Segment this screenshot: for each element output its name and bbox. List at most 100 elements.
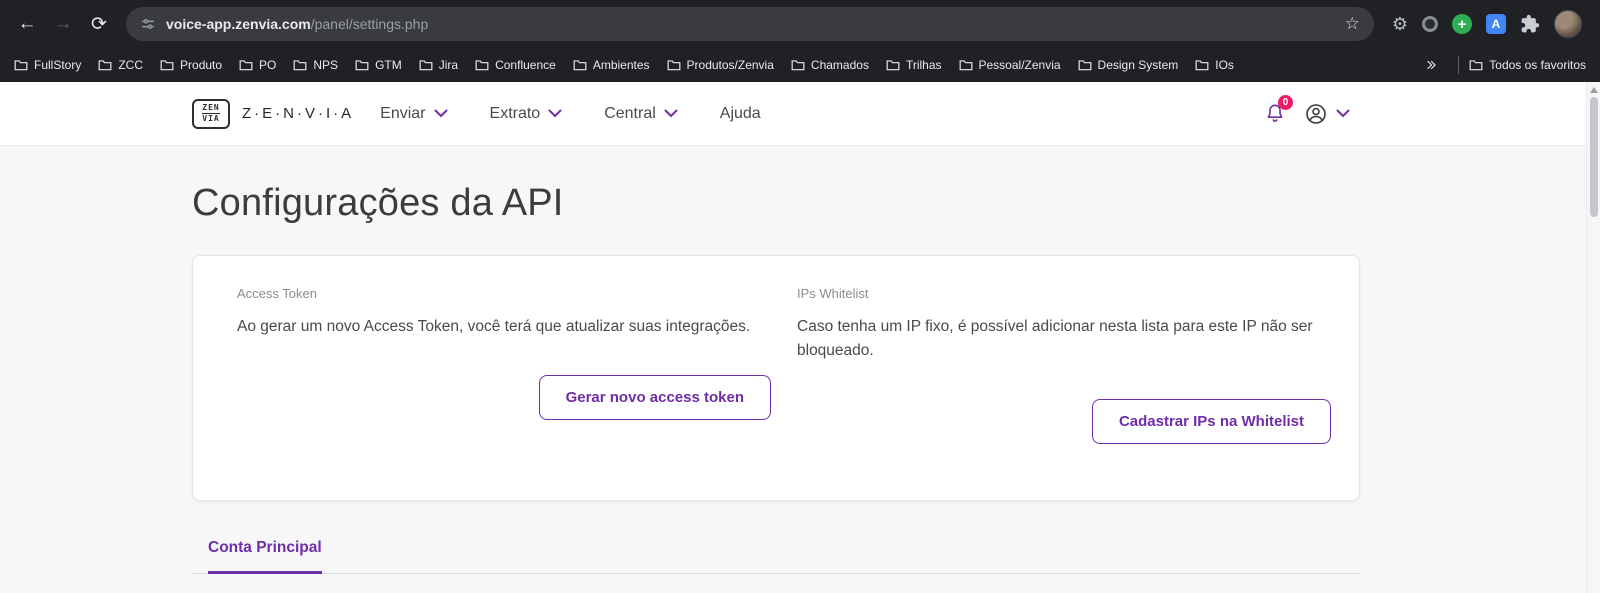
folder-icon xyxy=(293,60,307,71)
folder-icon xyxy=(14,60,28,71)
page-scrollbar[interactable] xyxy=(1586,82,1600,593)
generate-token-button[interactable]: Gerar novo access token xyxy=(538,375,771,421)
all-bookmarks-button[interactable]: Todos os favoritos xyxy=(1469,58,1586,72)
bookmarks-overflow-chevron-icon[interactable] xyxy=(1414,59,1448,71)
access-token-description: Ao gerar um novo Access Token, você terá… xyxy=(237,318,751,335)
folder-icon xyxy=(355,60,369,71)
folder-icon xyxy=(1469,60,1483,71)
bookmark-label: Trilhas xyxy=(905,58,942,72)
bookmark-item[interactable]: Pessoal/Zenvia xyxy=(959,58,1061,72)
all-bookmarks-label: Todos os favoritos xyxy=(1489,58,1586,72)
folder-icon xyxy=(667,60,680,71)
bookmark-item[interactable]: PO xyxy=(239,58,276,72)
brand-wordmark: Z·E·N·V·I·A xyxy=(242,105,355,122)
account-icon xyxy=(1306,103,1326,124)
bookmark-label: NPS xyxy=(313,58,339,72)
bookmark-item[interactable]: NPS xyxy=(293,58,338,72)
bookmark-item[interactable]: Chamados xyxy=(791,58,869,72)
browser-profile-avatar[interactable] xyxy=(1554,10,1582,38)
bookmark-label: Design System xyxy=(1097,58,1179,72)
bookmark-item[interactable]: GTM xyxy=(355,58,402,72)
account-menu[interactable] xyxy=(1304,102,1350,126)
api-settings-card: Access Token Ao gerar um novo Access Tok… xyxy=(192,255,1360,502)
bookmark-label: Chamados xyxy=(810,58,869,72)
folder-icon xyxy=(419,60,433,71)
access-token-label: Access Token xyxy=(237,286,317,301)
page-title: Configurações da API xyxy=(192,182,564,224)
bookmark-label: GTM xyxy=(375,58,402,72)
address-bar[interactable]: voice-app.zenvia.com/panel/settings.php … xyxy=(126,7,1374,41)
folder-icon xyxy=(1078,60,1091,71)
url-host: voice-app.zenvia.com xyxy=(166,16,311,32)
register-ips-button[interactable]: Cadastrar IPs na Whitelist xyxy=(1091,399,1331,445)
tab-conta-principal[interactable]: Conta Principal xyxy=(208,539,322,575)
ips-whitelist-description: Caso tenha um IP fixo, é possível adicio… xyxy=(797,318,1313,360)
url-text: voice-app.zenvia.com/panel/settings.php xyxy=(166,16,428,32)
folder-icon xyxy=(573,60,587,71)
bookmark-label: Produto xyxy=(180,58,223,72)
chevron-down-icon xyxy=(434,109,448,118)
bookmarks-divider xyxy=(1458,56,1460,74)
circle-extension-icon[interactable] xyxy=(1422,16,1438,32)
site-header: ZEN VIA Z·E·N·V·I·A Enviar Extrato Centr… xyxy=(0,82,1600,146)
bookmark-label: Ambientes xyxy=(592,58,650,72)
bookmark-label: PO xyxy=(259,58,277,72)
zenvia-logo[interactable]: ZEN VIA xyxy=(192,98,230,129)
nav-central[interactable]: Central xyxy=(604,105,678,123)
browser-toolbar: ← → ⟳ voice-app.zenvia.com/panel/setting… xyxy=(0,0,1600,48)
header-actions: 0 xyxy=(1264,94,1350,126)
ips-whitelist-label: IPs Whitelist xyxy=(797,286,869,301)
nav-extrato[interactable]: Extrato xyxy=(490,105,563,123)
access-token-section: Access Token Ao gerar um novo Access Tok… xyxy=(237,286,771,444)
bookmark-item[interactable]: Trilhas xyxy=(886,58,942,72)
logo-line1: ZEN xyxy=(202,103,220,113)
nav-label: Enviar xyxy=(380,104,426,122)
extensions-puzzle-icon[interactable] xyxy=(1520,14,1540,34)
bookmark-label: Produtos/Zenvia xyxy=(686,58,774,72)
bookmark-star-icon[interactable]: ☆ xyxy=(1345,14,1360,34)
refresh-icon[interactable]: ⟳ xyxy=(82,7,116,41)
translate-icon[interactable]: A xyxy=(1486,14,1506,34)
bookmark-label: ZCC xyxy=(118,58,144,72)
bookmark-item[interactable]: Confluence xyxy=(475,58,556,72)
scrollbar-thumb[interactable] xyxy=(1589,97,1598,217)
nav-enviar[interactable]: Enviar xyxy=(380,104,448,123)
bookmark-label: Pessoal/Zenvia xyxy=(978,58,1061,72)
browser-actions: ⚙ + A xyxy=(1384,10,1590,38)
notification-badge: 0 xyxy=(1278,94,1293,110)
nav-label: Ajuda xyxy=(719,104,761,122)
add-icon[interactable]: + xyxy=(1452,14,1472,34)
nav-ajuda[interactable]: Ajuda xyxy=(720,105,761,123)
folder-icon xyxy=(239,60,253,71)
chevron-down-icon xyxy=(664,109,678,118)
chevron-down-icon xyxy=(548,109,562,118)
folder-icon xyxy=(475,60,489,71)
settings-page: Configurações da API Access Token Ao ger… xyxy=(0,146,1600,575)
bookmark-item[interactable]: IOs xyxy=(1195,58,1234,72)
bookmark-item[interactable]: Produto xyxy=(160,58,222,72)
bookmark-item[interactable]: Jira xyxy=(419,58,458,72)
settings-gear-icon[interactable]: ⚙ xyxy=(1392,14,1408,35)
bookmark-item[interactable]: Produtos/Zenvia xyxy=(667,58,774,72)
nav-label: Central xyxy=(604,104,656,122)
bookmark-item[interactable]: Design System xyxy=(1078,58,1179,72)
folder-icon xyxy=(791,60,805,71)
ips-whitelist-section: IPs Whitelist Caso tenha um IP fixo, é p… xyxy=(797,286,1331,445)
folder-icon xyxy=(1195,60,1209,71)
site-info-icon[interactable] xyxy=(140,16,156,32)
bookmark-item[interactable]: FullStory xyxy=(14,58,81,72)
main-nav: Enviar Extrato Central Ajuda xyxy=(380,105,761,123)
bookmark-item[interactable]: ZCC xyxy=(98,58,143,72)
bookmark-item[interactable]: Ambientes xyxy=(573,58,650,72)
folder-icon xyxy=(959,60,972,71)
bookmark-label: Jira xyxy=(438,58,459,72)
forward-icon[interactable]: → xyxy=(46,7,80,41)
bookmark-label: Confluence xyxy=(495,58,556,72)
folder-icon xyxy=(886,60,900,71)
bookmarks-bar: FullStory ZCC Produto PO NPS GTM Jira Co… xyxy=(0,48,1600,82)
folder-icon xyxy=(98,60,112,71)
bookmark-label: FullStory xyxy=(34,58,82,72)
scrollbar-up-icon[interactable] xyxy=(1589,87,1598,93)
notifications-button[interactable]: 0 xyxy=(1264,94,1293,126)
back-icon[interactable]: ← xyxy=(10,7,44,41)
